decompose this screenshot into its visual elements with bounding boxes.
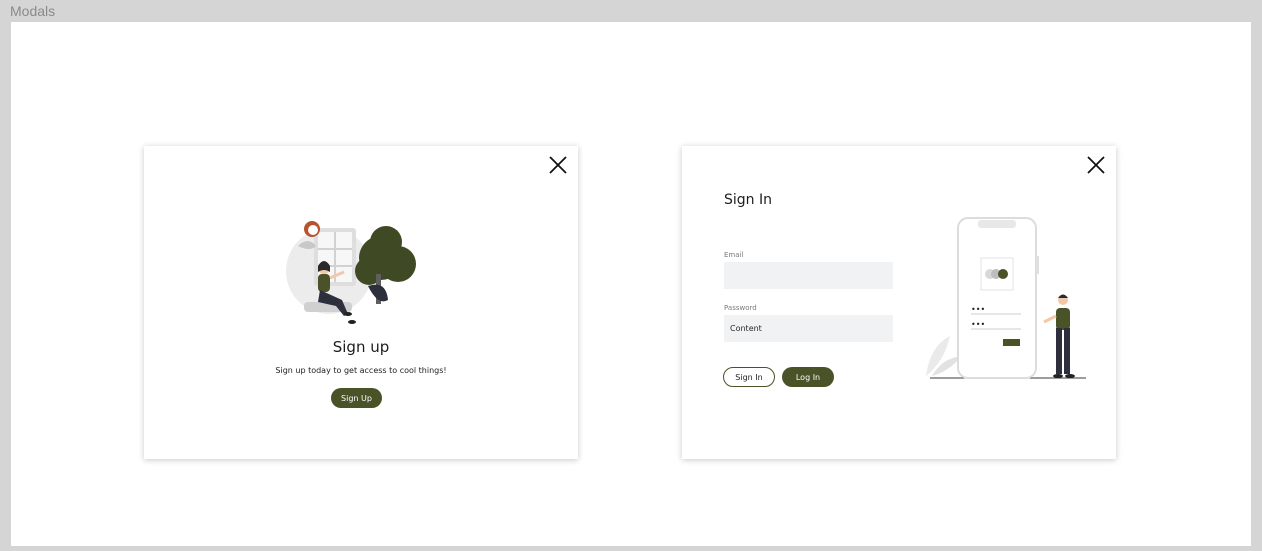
- signup-title: Sign up: [332, 338, 390, 356]
- canvas: Sign up Sign up today to get access to c…: [11, 22, 1251, 546]
- login-button[interactable]: Log In: [782, 367, 834, 387]
- signup-button[interactable]: Sign Up: [331, 388, 382, 408]
- password-label: Password: [724, 304, 757, 312]
- svg-text:•••: •••: [971, 305, 985, 314]
- email-field[interactable]: [724, 262, 893, 289]
- close-icon[interactable]: [548, 155, 568, 175]
- signup-subtitle: Sign up today to get access to cool thin…: [275, 366, 447, 375]
- email-label: Email: [724, 251, 744, 259]
- frame-label: Modals: [10, 3, 56, 19]
- svg-text:•••: •••: [971, 320, 985, 329]
- signin-illustration: ••• •••: [924, 216, 1094, 391]
- password-field[interactable]: [724, 315, 893, 342]
- close-icon[interactable]: [1086, 155, 1106, 175]
- signin-title: Sign In: [724, 192, 772, 208]
- signup-modal: Sign up Sign up today to get access to c…: [144, 146, 578, 459]
- signin-modal: Sign In Email Password Sign In Log In: [682, 146, 1116, 459]
- signin-button[interactable]: Sign In: [723, 367, 775, 387]
- signup-illustration: [284, 216, 424, 333]
